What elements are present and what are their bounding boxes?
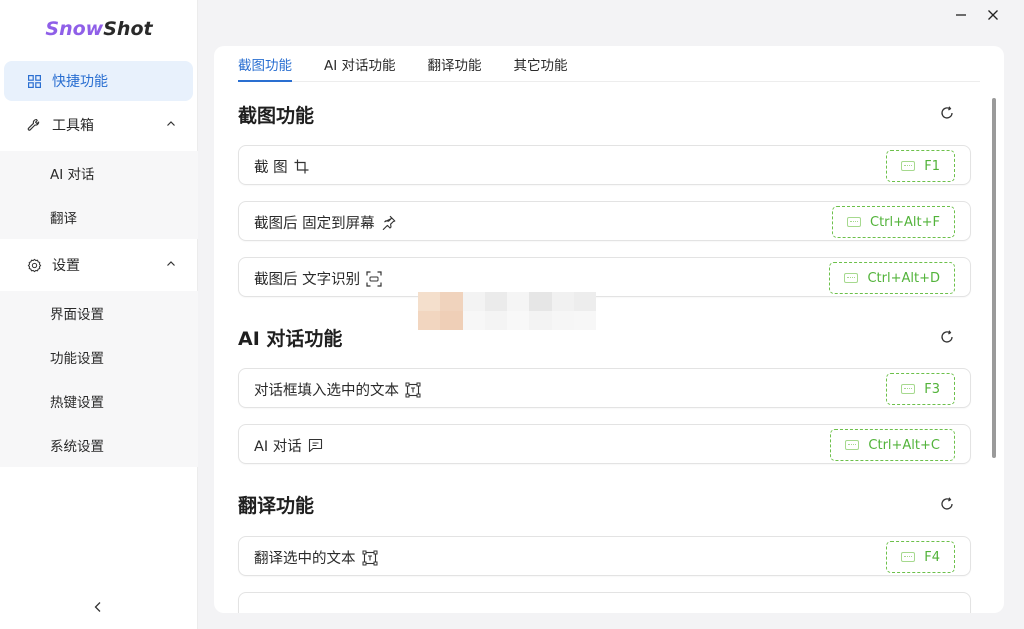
keyboard-icon (901, 384, 916, 394)
sidebar-subitem-label: 功能设置 (50, 351, 104, 367)
hotkey-text: F1 (924, 158, 940, 174)
sidebar-item-shortcuts[interactable]: 快捷功能 (4, 61, 193, 101)
keyboard-icon (847, 217, 861, 227)
sidebar-subitem-label: 系统设置 (50, 439, 104, 455)
shortcut-label: AI 对话 (254, 435, 324, 456)
text-select-icon (405, 382, 421, 398)
shortcut-label-text: AI 对话 (254, 439, 302, 455)
tab-ai-chat[interactable]: AI 对话功能 (324, 54, 396, 81)
hotkey-text: Ctrl+Alt+C (868, 437, 940, 453)
sidebar-item-translate[interactable]: 翻译 (0, 195, 198, 239)
shortcut-label-text: 对话框填入选中的文本 (254, 383, 399, 399)
scrollbar[interactable] (992, 98, 996, 458)
wrench-icon (26, 117, 42, 133)
chevron-up-icon (165, 118, 177, 130)
reset-icon[interactable] (937, 494, 957, 514)
hotkey-button[interactable]: Ctrl+Alt+F (832, 206, 955, 238)
section-title-ai-chat: AI 对话功能 (238, 328, 343, 350)
hotkey-button[interactable]: F4 (886, 541, 955, 573)
toolbox-submenu: AI 对话 翻译 (0, 151, 198, 239)
reset-icon[interactable] (937, 103, 957, 123)
sidebar-item-interface-settings[interactable]: 界面设置 (0, 291, 198, 335)
sidebar-subitem-label: 热键设置 (50, 395, 104, 411)
shortcut-row: AI 对话 Ctrl+Alt+C (238, 424, 971, 464)
settings-submenu: 界面设置 功能设置 热键设置 系统设置 (0, 291, 198, 467)
reset-icon[interactable] (937, 327, 957, 347)
close-icon[interactable] (982, 4, 1004, 26)
app-logo: SnowShot (0, 18, 198, 40)
sidebar-item-label: 设置 (52, 258, 80, 274)
shortcut-label: 截图后 固定到屏幕 (254, 212, 397, 233)
hotkey-text: Ctrl+Alt+D (867, 270, 940, 286)
sidebar-item-label: 快捷功能 (52, 74, 108, 90)
sidebar-item-function-settings[interactable]: 功能设置 (0, 335, 198, 379)
redacted-overlay (418, 292, 596, 330)
text-select-icon (362, 550, 378, 566)
pin-icon (381, 215, 397, 231)
shortcut-row: 截图后 文字识别 Ctrl+Alt+D (238, 257, 971, 297)
sidebar-item-toolbox[interactable]: 工具箱 (4, 105, 193, 145)
shortcut-label-text: 截图后 文字识别 (254, 272, 361, 288)
sidebar-item-hotkey-settings[interactable]: 热键设置 (0, 379, 198, 423)
hotkey-button[interactable]: Ctrl+Alt+C (830, 429, 955, 461)
hotkey-text: Ctrl+Alt+F (870, 214, 940, 230)
tab-screenshot[interactable]: 截图功能 (238, 54, 292, 82)
keyboard-icon (901, 161, 916, 171)
sidebar-item-settings[interactable]: 设置 (4, 245, 193, 285)
logo-snow: Snow (45, 18, 104, 40)
sidebar-item-ai-chat[interactable]: AI 对话 (0, 151, 198, 195)
sidebar-subitem-label: 翻译 (50, 211, 77, 227)
hotkey-button[interactable]: F1 (886, 150, 955, 182)
gear-icon (26, 257, 42, 273)
shortcut-label-text: 翻译选中的文本 (254, 551, 356, 567)
crop-icon (294, 159, 310, 175)
sidebar-item-system-settings[interactable]: 系统设置 (0, 423, 198, 467)
shortcut-row: 截 图 F1 (238, 145, 971, 185)
shortcut-label-text: 截 图 (254, 160, 288, 176)
section-title-translate: 翻译功能 (238, 495, 315, 517)
chat-icon (308, 438, 324, 454)
shortcut-label: 对话框填入选中的文本 (254, 379, 421, 400)
grid-icon (26, 73, 42, 89)
sidebar-subitem-label: 界面设置 (50, 307, 104, 323)
main-panel: 截图功能 AI 对话功能 翻译功能 其它功能 截图功能 截 图 F1 截图后 固… (214, 46, 1004, 613)
section-title-screenshot: 截图功能 (238, 105, 315, 127)
minimize-icon[interactable] (950, 4, 972, 26)
keyboard-icon (845, 440, 860, 450)
shortcut-label: 截 图 (254, 156, 310, 177)
tab-other[interactable]: 其它功能 (514, 54, 568, 81)
shortcut-label-text: 截图后 固定到屏幕 (254, 216, 375, 232)
shortcut-row: 对话框填入选中的文本 F3 (238, 368, 971, 408)
shortcut-label: 截图后 文字识别 (254, 268, 382, 289)
chevron-up-icon (165, 258, 177, 270)
hotkey-button[interactable]: F3 (886, 373, 955, 405)
chevron-left-icon[interactable] (90, 599, 106, 615)
ocr-icon (366, 270, 382, 287)
keyboard-icon (901, 552, 916, 562)
sidebar: SnowShot 快捷功能 工具箱 AI 对话 翻译 设置 界面设置 功能设置 … (0, 0, 198, 629)
logo-shot: Shot (103, 18, 153, 40)
shortcut-row: 翻译选中的文本 F4 (238, 536, 971, 576)
hotkey-text: F4 (924, 549, 940, 565)
shortcut-label: 翻译选中的文本 (254, 547, 378, 568)
tab-translate[interactable]: 翻译功能 (428, 54, 482, 81)
sidebar-item-label: 工具箱 (52, 118, 94, 134)
keyboard-icon (844, 273, 859, 283)
hotkey-text: F3 (924, 381, 940, 397)
shortcut-row (238, 592, 971, 613)
sidebar-subitem-label: AI 对话 (50, 167, 95, 183)
tab-bar: 截图功能 AI 对话功能 翻译功能 其它功能 (238, 46, 980, 82)
hotkey-button[interactable]: Ctrl+Alt+D (829, 262, 955, 294)
shortcut-row: 截图后 固定到屏幕 Ctrl+Alt+F (238, 201, 971, 241)
